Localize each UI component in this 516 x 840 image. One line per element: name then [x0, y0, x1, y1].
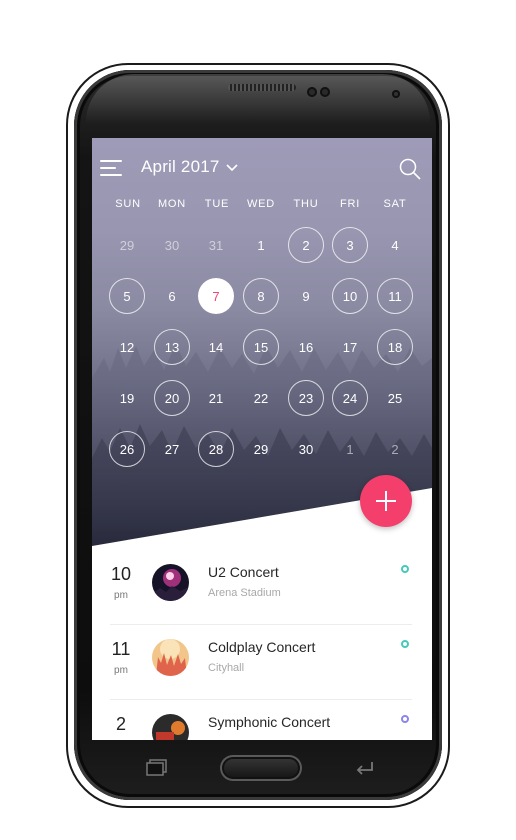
- calendar-day[interactable]: 1: [243, 227, 279, 263]
- home-button[interactable]: [220, 755, 302, 781]
- event-location: Cityhall: [208, 662, 245, 674]
- calendar-day-with-event[interactable]: 26: [109, 431, 145, 467]
- event-time: 11: [111, 639, 131, 659]
- calendar-day[interactable]: 22: [243, 380, 279, 416]
- event-status-dot: [401, 715, 409, 723]
- event-location: Arena Stadium: [208, 587, 281, 599]
- calendar-day-with-event[interactable]: 23: [288, 380, 324, 416]
- weekday-sun: SUN: [115, 198, 141, 210]
- event-thumbnail: [152, 639, 189, 676]
- event-title: U2 Concert: [208, 564, 279, 580]
- app-screen: April 2017 SUN MON TUE WED THU FRI SAT 2…: [92, 138, 432, 740]
- weekday-fri: FRI: [339, 198, 361, 210]
- calendar-day[interactable]: 19: [109, 380, 145, 416]
- weekday-wed: WED: [246, 198, 276, 210]
- weekday-thu: THU: [293, 198, 319, 210]
- event-title: Symphonic Concert: [208, 714, 331, 730]
- event-time: 10: [110, 564, 132, 584]
- light-sensor: [320, 87, 330, 97]
- calendar-day[interactable]: 21: [198, 380, 234, 416]
- event-time: 2: [115, 714, 126, 734]
- event-ampm: pm: [114, 665, 128, 676]
- calendar-day[interactable]: 4: [377, 227, 413, 263]
- calendar-day-today[interactable]: 7: [198, 278, 234, 314]
- event-status-dot: [401, 565, 409, 573]
- calendar-day-with-event[interactable]: 13: [154, 329, 190, 365]
- calendar-day-with-event[interactable]: 24: [332, 380, 368, 416]
- chevron-down-icon[interactable]: [226, 162, 238, 172]
- weekday-tue: TUE: [204, 198, 230, 210]
- calendar-day-with-event[interactable]: 10: [332, 278, 368, 314]
- calendar-day[interactable]: 27: [154, 431, 190, 467]
- calendar-day-with-event[interactable]: 8: [243, 278, 279, 314]
- calendar-header: April 2017: [92, 138, 432, 198]
- phone-glare: [86, 74, 430, 124]
- event-thumbnail: [152, 564, 189, 601]
- calendar-day-with-event[interactable]: 15: [243, 329, 279, 365]
- recent-apps-icon[interactable]: [146, 758, 168, 776]
- calendar-day-with-event[interactable]: 11: [377, 278, 413, 314]
- calendar-day[interactable]: 30: [154, 227, 190, 263]
- event-ampm: pm: [114, 590, 128, 601]
- proximity-sensor: [307, 87, 317, 97]
- calendar-day-with-event[interactable]: 5: [109, 278, 145, 314]
- calendar-day[interactable]: 29: [243, 431, 279, 467]
- calendar-day[interactable]: 14: [198, 329, 234, 365]
- search-icon[interactable]: [399, 158, 421, 180]
- calendar-day[interactable]: 16: [288, 329, 324, 365]
- event-list-item[interactable]: 2 Symphonic Concert: [110, 700, 412, 740]
- event-list-item[interactable]: 11 pm Coldplay Concert Cityhall: [110, 625, 412, 700]
- add-event-button[interactable]: [360, 475, 412, 527]
- calendar-day[interactable]: 2: [377, 431, 413, 467]
- menu-icon[interactable]: [100, 160, 122, 176]
- calendar-day-with-event[interactable]: 18: [377, 329, 413, 365]
- event-title: Coldplay Concert: [208, 639, 316, 655]
- calendar-day[interactable]: 29: [109, 227, 145, 263]
- calendar-day[interactable]: 1: [332, 431, 368, 467]
- weekday-mon: MON: [157, 198, 187, 210]
- calendar-day[interactable]: 30: [288, 431, 324, 467]
- calendar-day-with-event[interactable]: 2: [288, 227, 324, 263]
- weekday-sat: SAT: [383, 198, 407, 210]
- calendar-day[interactable]: 9: [288, 278, 324, 314]
- calendar-day-with-event[interactable]: 3: [332, 227, 368, 263]
- calendar-day[interactable]: 25: [377, 380, 413, 416]
- calendar-day[interactable]: 31: [198, 227, 234, 263]
- front-camera: [392, 90, 400, 98]
- earpiece-speaker: [228, 84, 296, 91]
- calendar-day[interactable]: 12: [109, 329, 145, 365]
- month-title[interactable]: April 2017: [141, 157, 220, 177]
- calendar-day-with-event[interactable]: 20: [154, 380, 190, 416]
- event-list-item[interactable]: 10 pm U2 Concert Arena Stadium: [110, 550, 412, 625]
- calendar-day[interactable]: 17: [332, 329, 368, 365]
- calendar-day-with-event[interactable]: 28: [198, 431, 234, 467]
- event-thumbnail: [152, 714, 189, 740]
- back-icon[interactable]: [352, 758, 376, 776]
- calendar-day[interactable]: 6: [154, 278, 190, 314]
- event-status-dot: [401, 640, 409, 648]
